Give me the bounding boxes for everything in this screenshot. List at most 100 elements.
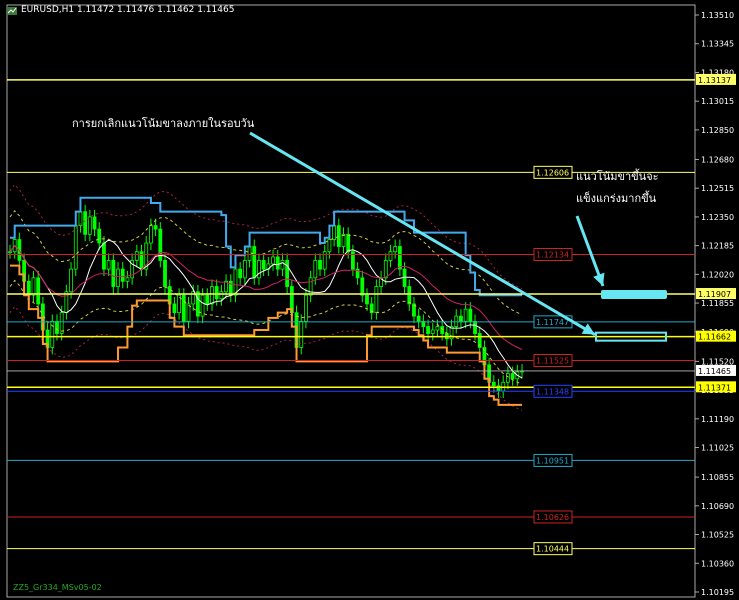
annotation-right-line2: แข็งแกร่งมากขึ้น bbox=[576, 192, 657, 205]
candle-body bbox=[242, 260, 247, 279]
chart-frame bbox=[6, 4, 696, 598]
level-tag-label: 1.10626 bbox=[536, 513, 569, 522]
chart-icon bbox=[7, 7, 17, 15]
y-tick-label: 1.13015 bbox=[701, 97, 734, 106]
y-tick-label: 1.13345 bbox=[701, 40, 734, 49]
candle-body bbox=[120, 268, 125, 282]
candle-body bbox=[172, 303, 177, 314]
y-tick-label: 1.12515 bbox=[701, 184, 734, 193]
candle-body bbox=[440, 326, 445, 334]
y-tick-label: 1.12020 bbox=[701, 270, 734, 279]
candle-body bbox=[435, 326, 440, 331]
candle-body bbox=[55, 320, 59, 334]
candle-body bbox=[318, 260, 322, 270]
ma-fast-line bbox=[9, 239, 523, 379]
symbol-header: EURUSD,H1 1.11472 1.11476 1.11462 1.1146… bbox=[21, 5, 235, 15]
candle-body bbox=[388, 251, 393, 261]
candle-body bbox=[346, 233, 351, 253]
candle-body bbox=[426, 326, 430, 334]
candle-body bbox=[205, 294, 210, 305]
level-tag-label: 1.12606 bbox=[536, 168, 569, 177]
candle-body bbox=[186, 303, 191, 322]
y-tick-label: 1.13510 bbox=[701, 11, 734, 20]
candle-body bbox=[308, 277, 313, 296]
candle-body bbox=[247, 246, 252, 261]
candle-body bbox=[491, 381, 496, 387]
candle-body bbox=[87, 216, 92, 235]
candle-body bbox=[73, 225, 78, 270]
candle-body bbox=[285, 260, 290, 287]
current-price-tag-label: 1.11465 bbox=[698, 367, 731, 376]
y-tick-label: 1.10195 bbox=[701, 588, 734, 597]
candle-body bbox=[416, 315, 421, 322]
target-bar-upper bbox=[601, 290, 667, 300]
annotation-top-left: การยกเลิกแนวโน้มขาลงภายในรอบวัน bbox=[72, 117, 255, 130]
candle-body bbox=[219, 291, 224, 300]
level-tag-label: 1.11747 bbox=[536, 318, 569, 327]
y-tick-label: 1.11855 bbox=[701, 299, 734, 308]
annotation-right-line1: แนวโน้มขาขึ้นจะ bbox=[576, 170, 659, 183]
candle-body bbox=[271, 256, 275, 265]
chart-window[interactable]: 1.13510 1.13345 1.13180 1.13015 1.12850 1.126… bbox=[0, 0, 739, 600]
candle-body bbox=[111, 260, 116, 287]
candle-body bbox=[473, 320, 477, 334]
candle-body bbox=[92, 216, 97, 230]
candle-body bbox=[304, 294, 308, 322]
candle-body bbox=[280, 260, 285, 270]
band-lower-line bbox=[9, 279, 523, 385]
candle-body bbox=[102, 242, 106, 270]
level-tag-label: 1.10951 bbox=[536, 456, 569, 465]
arrow-downtrend bbox=[249, 131, 596, 336]
level-tag-label: 1.11525 bbox=[536, 357, 569, 366]
level-tag-label: 1.10444 bbox=[536, 545, 569, 554]
band-outer-upper-line bbox=[9, 183, 523, 290]
candle-body bbox=[153, 225, 158, 230]
candle-body bbox=[430, 329, 435, 334]
candle-body bbox=[341, 233, 346, 247]
candle-body bbox=[106, 260, 111, 270]
candle-body bbox=[238, 268, 243, 279]
candle-body bbox=[64, 291, 69, 314]
candle-body bbox=[97, 228, 102, 244]
candle-body bbox=[214, 286, 219, 300]
candle-body bbox=[134, 251, 139, 261]
candle-body bbox=[374, 286, 379, 314]
candle-body bbox=[200, 294, 205, 317]
candle-body bbox=[463, 308, 468, 322]
y-tick-label: 1.10525 bbox=[701, 531, 734, 540]
y-tick-label: 1.11190 bbox=[701, 415, 734, 424]
candle-body bbox=[116, 268, 120, 287]
candle-body bbox=[252, 246, 257, 279]
candle-body bbox=[181, 294, 186, 322]
candle-body bbox=[327, 239, 332, 253]
y-tick-label: 1.10855 bbox=[701, 473, 734, 482]
candle-body bbox=[275, 256, 280, 270]
candle-body bbox=[233, 268, 238, 296]
axis-price-tag-label: 1.11907 bbox=[698, 290, 731, 299]
candle-body bbox=[365, 294, 369, 305]
candle-body bbox=[397, 246, 402, 270]
candle-body bbox=[393, 246, 398, 253]
candle-body bbox=[31, 277, 36, 296]
candle-body bbox=[261, 260, 266, 270]
y-tick-label: 1.11025 bbox=[701, 444, 734, 453]
candle-body bbox=[149, 225, 153, 244]
axis-price-tag-label: 1.11371 bbox=[698, 383, 731, 392]
candle-body bbox=[257, 260, 261, 279]
candle-body bbox=[383, 260, 388, 279]
level-tag-label: 1.12134 bbox=[536, 251, 569, 260]
candle-body bbox=[454, 315, 459, 327]
candle-body bbox=[8, 251, 12, 254]
price-chart[interactable]: 1.135101.133451.131801.130151.128501.126… bbox=[0, 0, 739, 600]
candle-body bbox=[510, 373, 515, 380]
candle-body bbox=[69, 268, 73, 293]
candle-body bbox=[332, 225, 337, 240]
indicator-label: ZZ5_Gr334_MSv05-02 bbox=[13, 583, 102, 592]
y-tick-label: 1.10360 bbox=[701, 559, 734, 568]
candle-body bbox=[163, 260, 167, 287]
candle-body bbox=[36, 277, 41, 305]
candle-body bbox=[506, 373, 510, 383]
y-tick-label: 1.12350 bbox=[701, 213, 734, 222]
candle-body bbox=[26, 280, 31, 296]
y-tick-label: 1.10690 bbox=[701, 502, 734, 511]
